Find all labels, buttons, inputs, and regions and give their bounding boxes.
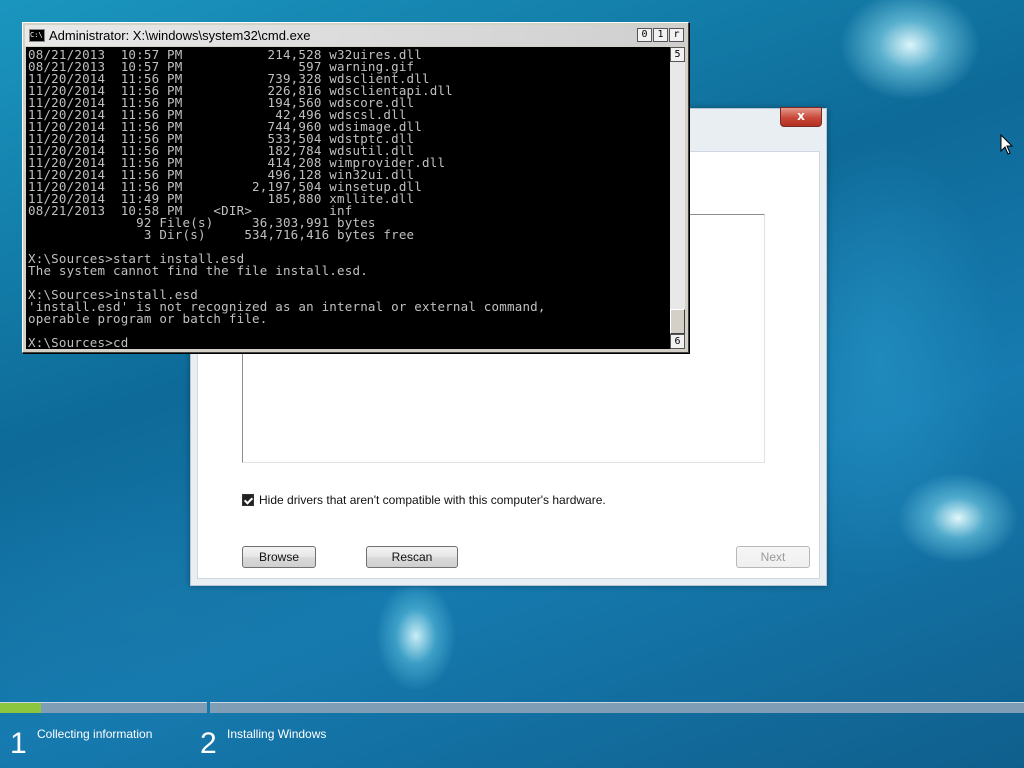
next-button[interactable]: Next <box>736 546 810 568</box>
cmd-icon: C:\ <box>29 29 45 42</box>
mouse-pointer-icon <box>1000 134 1014 155</box>
step-number: 1 <box>10 727 27 760</box>
scroll-thumb[interactable] <box>670 309 685 334</box>
hide-drivers-label: Hide drivers that aren't compatible with… <box>259 493 606 507</box>
cmd-window-controls: 0 1 r <box>637 28 684 42</box>
scroll-up-button[interactable]: 5 <box>670 47 685 62</box>
progress-segment-installing <box>210 702 1024 713</box>
console-text: 08/21/2013 10:57 PM 214,528 w32uires.dll… <box>28 47 546 349</box>
minimize-button[interactable]: 0 <box>637 28 652 42</box>
setup-close-button[interactable]: x <box>780 107 822 127</box>
setup-steps: 1 Collecting information 2 Installing Wi… <box>0 716 1024 768</box>
hide-drivers-option[interactable]: Hide drivers that aren't compatible with… <box>242 492 606 508</box>
maximize-button[interactable]: 1 <box>653 28 668 42</box>
step-label: Installing Windows <box>227 727 327 741</box>
rescan-button[interactable]: Rescan <box>366 546 458 568</box>
cmd-window: C:\ Administrator: X:\windows\system32\c… <box>22 22 689 353</box>
progress-segment-collecting <box>0 702 207 713</box>
step-label: Collecting information <box>37 727 153 741</box>
hide-drivers-checkbox[interactable] <box>242 494 254 506</box>
setup-progress-bar <box>0 702 1024 713</box>
cmd-scrollbar[interactable]: 5 6 <box>670 47 685 349</box>
browse-button[interactable]: Browse <box>242 546 316 568</box>
step-number: 2 <box>200 727 217 760</box>
progress-fill <box>0 703 42 713</box>
scroll-down-button[interactable]: 6 <box>670 334 685 349</box>
cmd-titlebar[interactable]: C:\ Administrator: X:\windows\system32\c… <box>25 25 686 46</box>
close-button[interactable]: r <box>669 28 684 42</box>
cmd-title: Administrator: X:\windows\system32\cmd.e… <box>49 28 311 43</box>
console-output[interactable]: 08/21/2013 10:57 PM 214,528 w32uires.dll… <box>26 47 670 349</box>
